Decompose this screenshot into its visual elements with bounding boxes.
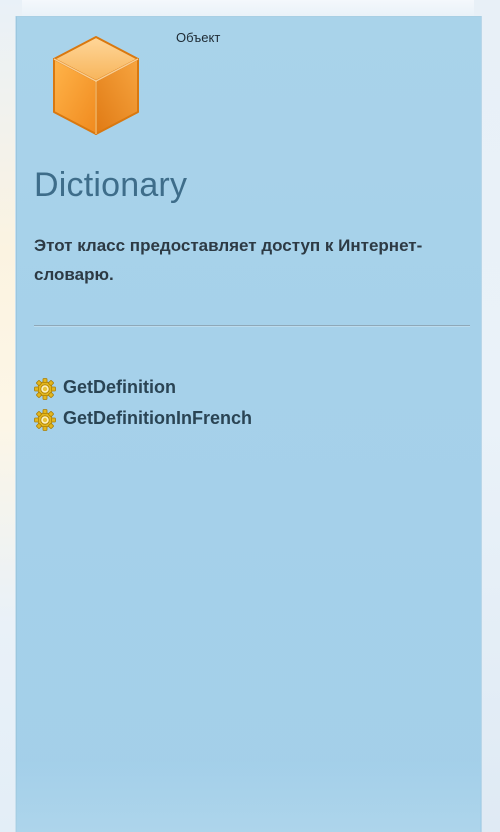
- method-item-getdefinitioninfrench[interactable]: GetDefinitionInFrench: [34, 403, 252, 434]
- method-item-getdefinition[interactable]: GetDefinition: [34, 372, 252, 403]
- gear-icon: [34, 409, 56, 431]
- method-name: GetDefinition: [63, 377, 176, 397]
- object-type-label: Объект: [176, 30, 221, 45]
- method-list: GetDefinition GetDefinitionInFrench: [34, 372, 252, 434]
- class-title: Dictionary: [34, 166, 188, 204]
- method-name: GetDefinitionInFrench: [63, 408, 252, 428]
- panel-bottom-fade: [16, 760, 480, 832]
- class-description: Этот класс предоставляет доступ к Интерн…: [34, 236, 423, 284]
- cube-icon: [53, 36, 139, 135]
- section-divider: [34, 325, 470, 327]
- gear-icon: [34, 378, 56, 400]
